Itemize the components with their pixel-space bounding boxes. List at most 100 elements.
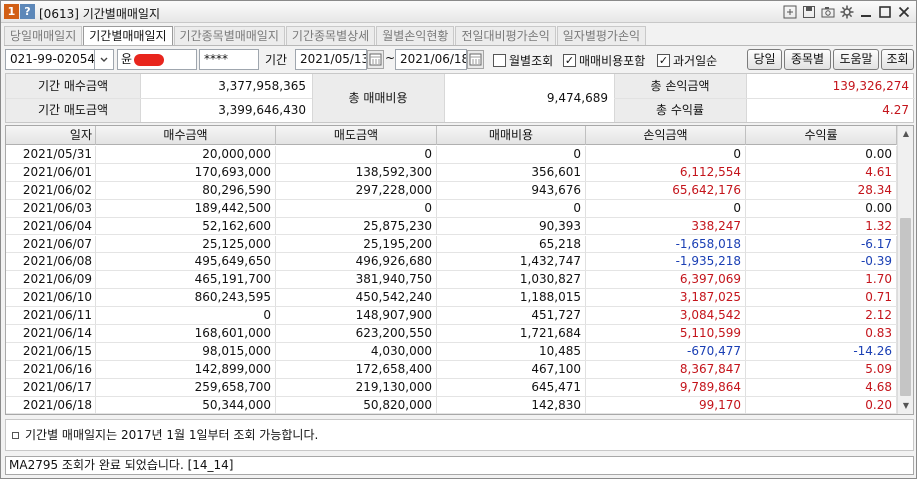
cell-date: 2021/06/08 [6, 253, 96, 271]
cell-date: 2021/06/03 [6, 199, 96, 217]
minimize-icon[interactable] [858, 4, 874, 20]
table-row[interactable]: 2021/06/14 168,601,000 623,200,550 1,721,68… [6, 325, 897, 343]
cell-date: 2021/06/11 [6, 307, 96, 325]
link-icon[interactable] [782, 4, 798, 20]
check-icon[interactable]: ✓ [563, 54, 576, 67]
calendar-icon[interactable] [367, 50, 384, 69]
date-from-input[interactable]: 2021/05/13 [295, 49, 367, 70]
calendar-icon[interactable] [467, 50, 484, 69]
col-header-cost[interactable]: 매매비용 [437, 126, 586, 145]
settings-icon[interactable] [839, 4, 855, 20]
cell-buy: 50,344,000 [96, 396, 276, 414]
table-row[interactable]: 2021/06/07 25,125,000 25,195,200 65,218 -1,6… [6, 235, 897, 254]
tab-divider [4, 45, 913, 46]
table-row[interactable]: 2021/06/18 50,344,000 50,820,000 142,830 99,… [6, 396, 897, 414]
help-badge[interactable]: ? [20, 4, 35, 19]
vertical-scrollbar[interactable]: ▲ ▼ [897, 126, 913, 414]
tab-period-journal[interactable]: 기간별매매일지 [83, 26, 173, 46]
cell-rate: 4.61 [746, 163, 897, 181]
col-header-rate[interactable]: 수익률 [746, 126, 897, 145]
cell-pnl: 3,187,025 [586, 289, 746, 307]
cell-sell: 381,940,750 [276, 271, 437, 289]
status-bar: MA2795 조회가 완료 되었습니다. [14_14] [5, 456, 914, 475]
tab-period-stock-journal[interactable]: 기간종목별매매일지 [173, 26, 285, 45]
help-button[interactable]: 도움말 [833, 49, 879, 70]
cell-sell: 172,658,400 [276, 360, 437, 378]
table-row[interactable]: 2021/06/10 860,243,595 450,542,240 1,188,01… [6, 289, 897, 308]
monthly-query-label: 월별조회 [509, 54, 554, 68]
cell-sell: 496,926,680 [276, 253, 437, 271]
account-select[interactable]: 021-99-020543 [5, 49, 95, 70]
camera-icon[interactable] [820, 4, 836, 20]
tab-period-stock-detail[interactable]: 기간종목별상세 [285, 26, 376, 45]
screen-number-badge[interactable]: 1 [4, 4, 19, 19]
cell-sell: 25,875,230 [276, 217, 437, 235]
cell-sell: 0 [276, 199, 437, 217]
tab-prev-day-eval[interactable]: 전일대비평가손익 [455, 26, 556, 45]
chevron-down-icon[interactable] [94, 49, 114, 70]
save-icon[interactable] [801, 4, 817, 20]
query-button[interactable]: 조회 [881, 49, 914, 70]
cell-rate: -0.39 [746, 253, 897, 271]
table-row[interactable]: 2021/06/09 465,191,700 381,940,750 1,030,82… [6, 271, 897, 290]
cell-rate: 4.68 [746, 378, 897, 396]
table-row[interactable]: 2021/06/15 98,015,000 4,030,000 10,485 -670,… [6, 342, 897, 361]
cell-cost: 1,721,684 [437, 325, 586, 342]
cell-rate: 0.00 [746, 146, 897, 163]
table-row[interactable]: 2021/06/08 495,649,650 496,926,680 1,432,74… [6, 253, 897, 272]
cell-buy: 20,000,000 [96, 146, 276, 163]
check-icon[interactable]: ✓ [657, 54, 670, 67]
period-label: 기간 [265, 53, 288, 67]
cell-pnl: 6,397,069 [586, 271, 746, 289]
maximize-icon[interactable] [877, 4, 893, 20]
cell-pnl: 6,112,554 [586, 163, 746, 181]
table-row[interactable]: 2021/06/17 259,658,700 219,130,000 645,471 9… [6, 378, 897, 397]
cell-pnl: 0 [586, 199, 746, 217]
cell-pnl: 99,170 [586, 396, 746, 414]
monthly-query-checkbox[interactable]: 월별조회 [493, 52, 553, 69]
date-range-separator: ~ [385, 51, 396, 65]
table-row[interactable]: 2021/06/01 170,693,000 138,592,300 356,601 6… [6, 163, 897, 182]
tab-monthly-pnl[interactable]: 월별손익현황 [376, 26, 455, 45]
include-cost-label: 매매비용포함 [579, 54, 646, 68]
scroll-thumb[interactable] [900, 218, 911, 396]
date-to-input[interactable]: 2021/06/18 [395, 49, 467, 70]
table-row[interactable]: 2021/06/11 0 148,907,900 451,727 3,084,542 2.… [6, 307, 897, 325]
cell-rate: 0.00 [746, 199, 897, 217]
table-row[interactable]: 2021/06/16 142,899,000 172,658,400 467,100 8… [6, 360, 897, 379]
password-field[interactable]: **** [199, 49, 259, 70]
close-icon[interactable] [896, 4, 912, 20]
scroll-up-icon[interactable]: ▲ [898, 126, 913, 142]
today-button[interactable]: 당일 [747, 49, 782, 70]
include-cost-checkbox[interactable]: ✓ 매매비용포함 [563, 52, 645, 69]
col-header-buy[interactable]: 매수금액 [96, 126, 276, 145]
table-row[interactable]: 2021/06/02 80,296,590 297,228,000 943,676 65… [6, 181, 897, 200]
table-row[interactable]: 2021/06/04 52,162,600 25,875,230 90,393 338,… [6, 217, 897, 236]
tab-daily-eval[interactable]: 일자별평가손익 [556, 26, 647, 45]
title-bar[interactable]: 1 ? [0613] 기간별매매일지 [1, 1, 916, 23]
col-header-date[interactable]: 일자 [6, 126, 96, 145]
cell-date: 2021/06/04 [6, 217, 96, 235]
past-order-checkbox[interactable]: ✓ 과거일순 [657, 52, 717, 69]
total-cost-label: 총 매매비용 [312, 74, 444, 122]
cell-sell: 297,228,000 [276, 181, 437, 199]
cell-buy: 0 [96, 307, 276, 325]
table-row[interactable]: 2021/05/31 20,000,000 0 0 0 0.00 [6, 146, 897, 164]
period-buy-label: 기간 매수금액 [6, 74, 140, 98]
cell-pnl: -670,477 [586, 342, 746, 360]
scroll-down-icon[interactable]: ▼ [898, 398, 913, 414]
cell-pnl: 9,789,864 [586, 378, 746, 396]
col-header-pnl[interactable]: 손익금액 [586, 126, 746, 145]
cell-date: 2021/06/15 [6, 342, 96, 360]
cell-pnl: -1,658,018 [586, 235, 746, 253]
cell-sell: 450,542,240 [276, 289, 437, 307]
col-header-sell[interactable]: 매도금액 [276, 126, 437, 145]
window-title: [0613] 기간별매매일지 [39, 7, 160, 21]
cell-cost: 451,727 [437, 307, 586, 325]
checkbox-box[interactable] [493, 54, 506, 67]
table-row[interactable]: 2021/06/03 189,442,500 0 0 0 0.00 [6, 199, 897, 218]
bullet-icon [12, 432, 19, 439]
tab-daily-journal[interactable]: 당일매매일지 [4, 26, 83, 45]
notice-text: 기간별 매매일지는 2017년 1월 1일부터 조회 가능합니다. [25, 428, 319, 442]
by-stock-button[interactable]: 종목별 [784, 49, 831, 70]
